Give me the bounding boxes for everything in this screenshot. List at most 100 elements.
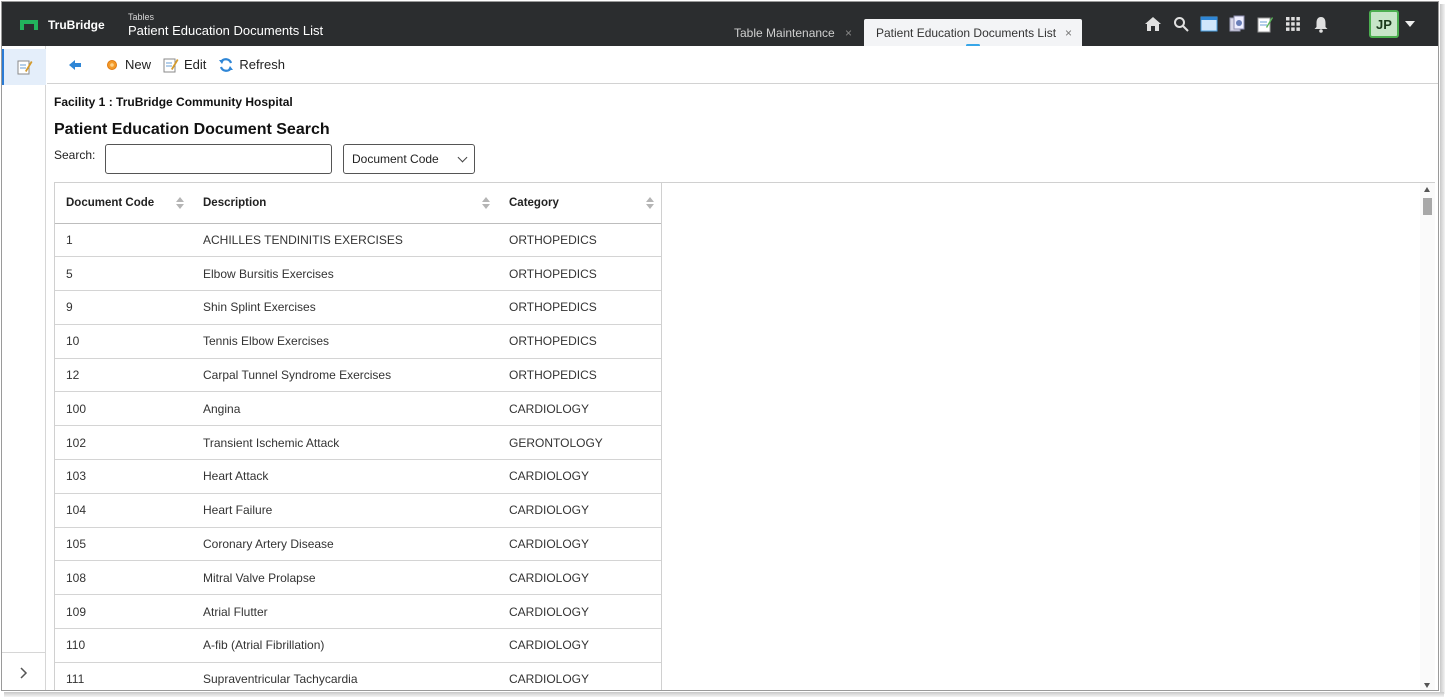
documents-icon[interactable]: [1226, 13, 1248, 35]
top-icon-bar: [1142, 13, 1338, 35]
select-value: Document Code: [352, 152, 439, 166]
cell-description: Carpal Tunnel Syndrome Exercises: [192, 358, 498, 393]
chevron-down-icon[interactable]: [1405, 21, 1415, 27]
cell-category: ORTHOPEDICS: [498, 324, 662, 359]
cell-description: Elbow Bursitis Exercises: [192, 256, 498, 292]
brand-logo[interactable]: TruBridge: [20, 18, 105, 32]
apps-grid-icon[interactable]: [1282, 13, 1304, 35]
scrollbar-thumb[interactable]: [1423, 198, 1432, 215]
edit-icon: [163, 57, 179, 73]
expand-rail-button[interactable]: [2, 652, 46, 690]
cell-document-code: 100: [55, 391, 192, 427]
cell-category: CARDIOLOGY: [498, 560, 662, 596]
table-row[interactable]: 110 A-fib (Atrial Fibrillation) CARDIOLOGY: [55, 628, 662, 663]
cell-category: CARDIOLOGY: [498, 459, 662, 494]
section-label: Tables: [128, 12, 155, 22]
table-row[interactable]: 5 Elbow Bursitis Exercises ORTHOPEDICS: [55, 256, 662, 292]
cell-document-code: 105: [55, 527, 192, 562]
back-arrow-icon: [67, 57, 83, 73]
table-row[interactable]: 100 Angina CARDIOLOGY: [55, 391, 662, 427]
column-header-description[interactable]: Description: [192, 183, 498, 224]
column-header-document-code[interactable]: Document Code: [55, 183, 192, 224]
trubridge-logo-icon: [20, 20, 38, 30]
column-header-label: Description: [203, 196, 267, 209]
window-icon[interactable]: [1198, 13, 1220, 35]
edit-document-icon: [17, 60, 33, 75]
scroll-up-arrow-icon[interactable]: [1424, 187, 1430, 192]
new-button[interactable]: New: [104, 57, 151, 73]
table-row[interactable]: 12 Carpal Tunnel Syndrome Exercises ORTHOP…: [55, 358, 662, 393]
table-row[interactable]: 109 Atrial Flutter CARDIOLOGY: [55, 594, 662, 630]
table-row[interactable]: 10 Tennis Elbow Exercises ORTHOPEDICS: [55, 324, 662, 359]
cell-description: Tennis Elbow Exercises: [192, 324, 498, 359]
rail-item-documents[interactable]: [2, 49, 46, 85]
chevron-right-icon: [20, 666, 28, 679]
cell-document-code: 103: [55, 459, 192, 494]
cell-document-code: 5: [55, 256, 192, 292]
cell-category: ORTHOPEDICS: [498, 290, 662, 325]
cell-description: Coronary Artery Disease: [192, 527, 498, 562]
table-row[interactable]: 9 Shin Splint Exercises ORTHOPEDICS: [55, 290, 662, 325]
tab-patient-education-documents-list[interactable]: Patient Education Documents List ×: [864, 19, 1082, 47]
search-field-select[interactable]: Document Code: [343, 144, 475, 174]
table-row[interactable]: 102 Transient Ischemic Attack GERONTOLOGY: [55, 425, 662, 461]
cell-document-code: 102: [55, 425, 192, 461]
table-right-border: [661, 182, 662, 690]
cell-category: CARDIOLOGY: [498, 662, 662, 690]
top-bar: TruBridge Tables Patient Education Docum…: [2, 2, 1438, 47]
tab-table-maintenance[interactable]: Table Maintenance ×: [722, 19, 862, 46]
bell-icon[interactable]: [1310, 13, 1332, 35]
cell-category: CARDIOLOGY: [498, 391, 662, 427]
page-heading: Tables Patient Education Documents List: [128, 12, 323, 39]
close-icon[interactable]: ×: [1065, 26, 1072, 40]
cell-category: ORTHOPEDICS: [498, 256, 662, 292]
search-section-title: Patient Education Document Search: [54, 121, 330, 138]
cell-document-code: 108: [55, 560, 192, 596]
column-header-label: Category: [509, 196, 559, 209]
vertical-scrollbar[interactable]: [1420, 183, 1435, 690]
cell-category: CARDIOLOGY: [498, 594, 662, 630]
edit-button[interactable]: Edit: [163, 57, 206, 73]
column-header-category[interactable]: Category: [498, 183, 662, 224]
table-header-row: Document Code Description Category: [55, 183, 662, 224]
search-icon[interactable]: [1170, 13, 1192, 35]
sort-icon[interactable]: [482, 197, 490, 209]
back-button[interactable]: [67, 57, 88, 73]
cell-description: A-fib (Atrial Fibrillation): [192, 628, 498, 663]
cell-document-code: 9: [55, 290, 192, 325]
notes-icon[interactable]: [1254, 13, 1276, 35]
refresh-icon: [218, 57, 234, 73]
cell-description: Transient Ischemic Attack: [192, 425, 498, 461]
page-title: Patient Education Documents List: [128, 23, 324, 38]
cell-category: CARDIOLOGY: [498, 628, 662, 663]
window-shadow: [4, 692, 1444, 697]
refresh-button[interactable]: Refresh: [218, 57, 285, 73]
sort-icon[interactable]: [646, 197, 654, 209]
search-input[interactable]: [105, 144, 332, 174]
cell-description: ACHILLES TENDINITIS EXERCISES: [192, 223, 498, 258]
cell-description: Angina: [192, 391, 498, 427]
table-row[interactable]: 103 Heart Attack CARDIOLOGY: [55, 459, 662, 494]
cell-document-code: 109: [55, 594, 192, 630]
table-row[interactable]: 104 Heart Failure CARDIOLOGY: [55, 493, 662, 528]
cell-category: CARDIOLOGY: [498, 527, 662, 562]
sort-icon[interactable]: [176, 197, 184, 209]
scroll-down-arrow-icon[interactable]: [1424, 683, 1430, 688]
tab-label: Patient Education Documents List: [876, 25, 1057, 40]
new-icon: [104, 57, 120, 73]
home-icon[interactable]: [1142, 13, 1164, 35]
cell-category: CARDIOLOGY: [498, 493, 662, 528]
cell-category: ORTHOPEDICS: [498, 358, 662, 393]
user-avatar[interactable]: JP: [1369, 10, 1399, 38]
close-icon[interactable]: ×: [845, 26, 852, 40]
table-row[interactable]: 105 Coronary Artery Disease CARDIOLOGY: [55, 527, 662, 562]
brand-name: TruBridge: [48, 18, 105, 32]
cell-description: Heart Failure: [192, 493, 498, 528]
documents-table: Document Code Description Category 1 ACHI…: [55, 183, 662, 690]
cell-document-code: 110: [55, 628, 192, 663]
chevron-down-icon: [457, 152, 468, 163]
cell-document-code: 104: [55, 493, 192, 528]
table-row[interactable]: 111 Supraventricular Tachycardia CARDIOLOG…: [55, 662, 662, 690]
table-row[interactable]: 1 ACHILLES TENDINITIS EXERCISES ORTHOPEDIC…: [55, 223, 662, 258]
table-row[interactable]: 108 Mitral Valve Prolapse CARDIOLOGY: [55, 560, 662, 596]
